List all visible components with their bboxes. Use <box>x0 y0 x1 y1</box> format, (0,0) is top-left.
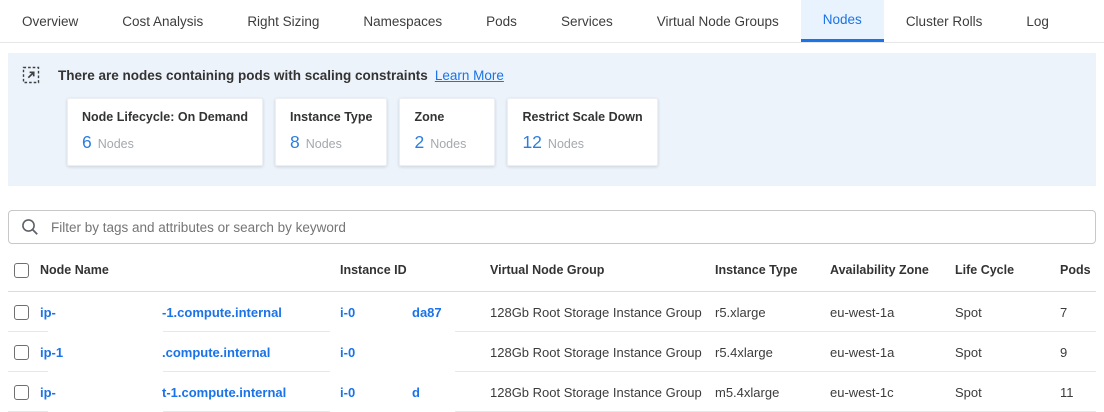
card-title: Zone <box>414 110 480 124</box>
life-cycle-cell: Spot <box>955 305 1060 320</box>
column-header-pods[interactable]: Pods <box>1060 263 1096 277</box>
availability-zone-cell: eu-west-1a <box>830 345 955 360</box>
instance-type-cell: r5.4xlarge <box>715 345 830 360</box>
column-header-availability-zone[interactable]: Availability Zone <box>830 263 955 277</box>
instance-id-link[interactable]: i-0 <box>340 345 412 360</box>
life-cycle-cell: Spot <box>955 385 1060 400</box>
card-title: Node Lifecycle: On Demand <box>82 110 248 124</box>
column-header-node-name[interactable]: Node Name <box>40 263 340 277</box>
column-header-life-cycle[interactable]: Life Cycle <box>955 263 1060 277</box>
instance-type-cell: r5.xlarge <box>715 305 830 320</box>
tab-nodes[interactable]: Nodes <box>801 0 884 42</box>
table-header-row: Node NameInstance IDVirtual Node GroupIn… <box>8 248 1096 292</box>
table-row[interactable]: ip-t-1.compute.internal i-0d 128Gb Root … <box>8 372 1096 412</box>
pods-cell: 11 <box>1060 385 1096 400</box>
table-row[interactable]: ip--1.compute.internal i-0da87 128Gb Roo… <box>8 292 1096 332</box>
node-name-link[interactable]: ip--1.compute.internal <box>40 305 282 320</box>
card-count: 8Nodes <box>290 132 372 153</box>
tab-pods[interactable]: Pods <box>464 0 539 42</box>
pods-cell: 7 <box>1060 305 1096 320</box>
tab-virtual-node-groups[interactable]: Virtual Node Groups <box>635 0 801 42</box>
availability-zone-cell: eu-west-1a <box>830 305 955 320</box>
tab-cluster-rolls[interactable]: Cluster Rolls <box>884 0 1005 42</box>
column-header-virtual-node-group[interactable]: Virtual Node Group <box>490 263 715 277</box>
virtual-node-group-cell: 128Gb Root Storage Instance Group <box>490 305 715 320</box>
column-header-instance-id[interactable]: Instance ID <box>340 263 490 277</box>
virtual-node-group-cell: 128Gb Root Storage Instance Group <box>490 385 715 400</box>
tab-overview[interactable]: Overview <box>0 0 100 42</box>
nodes-table: Node NameInstance IDVirtual Node GroupIn… <box>8 248 1096 412</box>
tab-services[interactable]: Services <box>539 0 635 42</box>
table-body: ip--1.compute.internal i-0da87 128Gb Roo… <box>8 292 1096 412</box>
constraint-card-zone[interactable]: Zone 2Nodes <box>399 98 495 166</box>
pods-cell: 9 <box>1060 345 1096 360</box>
card-count: 2Nodes <box>414 132 480 153</box>
tab-log[interactable]: Log <box>1004 0 1071 42</box>
card-title: Restrict Scale Down <box>522 110 642 124</box>
instance-id-link[interactable]: i-0d <box>340 385 420 400</box>
scaling-constraints-banner: There are nodes containing pods with sca… <box>8 53 1096 186</box>
header-checkbox-cell <box>8 261 40 277</box>
search-input[interactable] <box>8 210 1096 244</box>
card-title: Instance Type <box>290 110 372 124</box>
constraint-card-instance-type[interactable]: Instance Type 8Nodes <box>275 98 387 166</box>
row-checkbox[interactable] <box>14 385 29 400</box>
banner-message-row: There are nodes containing pods with sca… <box>22 66 1082 84</box>
row-checkbox[interactable] <box>14 345 29 360</box>
instance-id-link[interactable]: i-0da87 <box>340 305 442 320</box>
filter-bar <box>8 210 1096 244</box>
node-name-link[interactable]: ip-1.compute.internal <box>40 345 270 360</box>
nodes-page: OverviewCost AnalysisRight SizingNamespa… <box>0 0 1104 412</box>
scale-out-icon <box>22 66 40 84</box>
table-row[interactable]: ip-1.compute.internal i-0 128Gb Root Sto… <box>8 332 1096 372</box>
card-count: 6Nodes <box>82 132 248 153</box>
virtual-node-group-cell: 128Gb Root Storage Instance Group <box>490 345 715 360</box>
learn-more-link[interactable]: Learn More <box>435 68 504 83</box>
tab-right-sizing[interactable]: Right Sizing <box>225 0 341 42</box>
tab-bar: OverviewCost AnalysisRight SizingNamespa… <box>0 0 1104 43</box>
node-name-link[interactable]: ip-t-1.compute.internal <box>40 385 286 400</box>
search-icon <box>21 218 39 236</box>
banner-message: There are nodes containing pods with sca… <box>58 68 428 83</box>
constraint-card-restrict-scale-down[interactable]: Restrict Scale Down 12Nodes <box>507 98 657 166</box>
instance-type-cell: m5.4xlarge <box>715 385 830 400</box>
availability-zone-cell: eu-west-1c <box>830 385 955 400</box>
life-cycle-cell: Spot <box>955 345 1060 360</box>
row-checkbox[interactable] <box>14 305 29 320</box>
select-all-checkbox[interactable] <box>14 263 29 278</box>
constraint-cards: Node Lifecycle: On Demand 6Nodes Instance … <box>67 98 1082 166</box>
tab-namespaces[interactable]: Namespaces <box>341 0 464 42</box>
constraint-card-node-lifecycle-on-demand[interactable]: Node Lifecycle: On Demand 6Nodes <box>67 98 263 166</box>
column-header-instance-type[interactable]: Instance Type <box>715 263 830 277</box>
card-count: 12Nodes <box>522 132 642 153</box>
tab-cost-analysis[interactable]: Cost Analysis <box>100 0 225 42</box>
